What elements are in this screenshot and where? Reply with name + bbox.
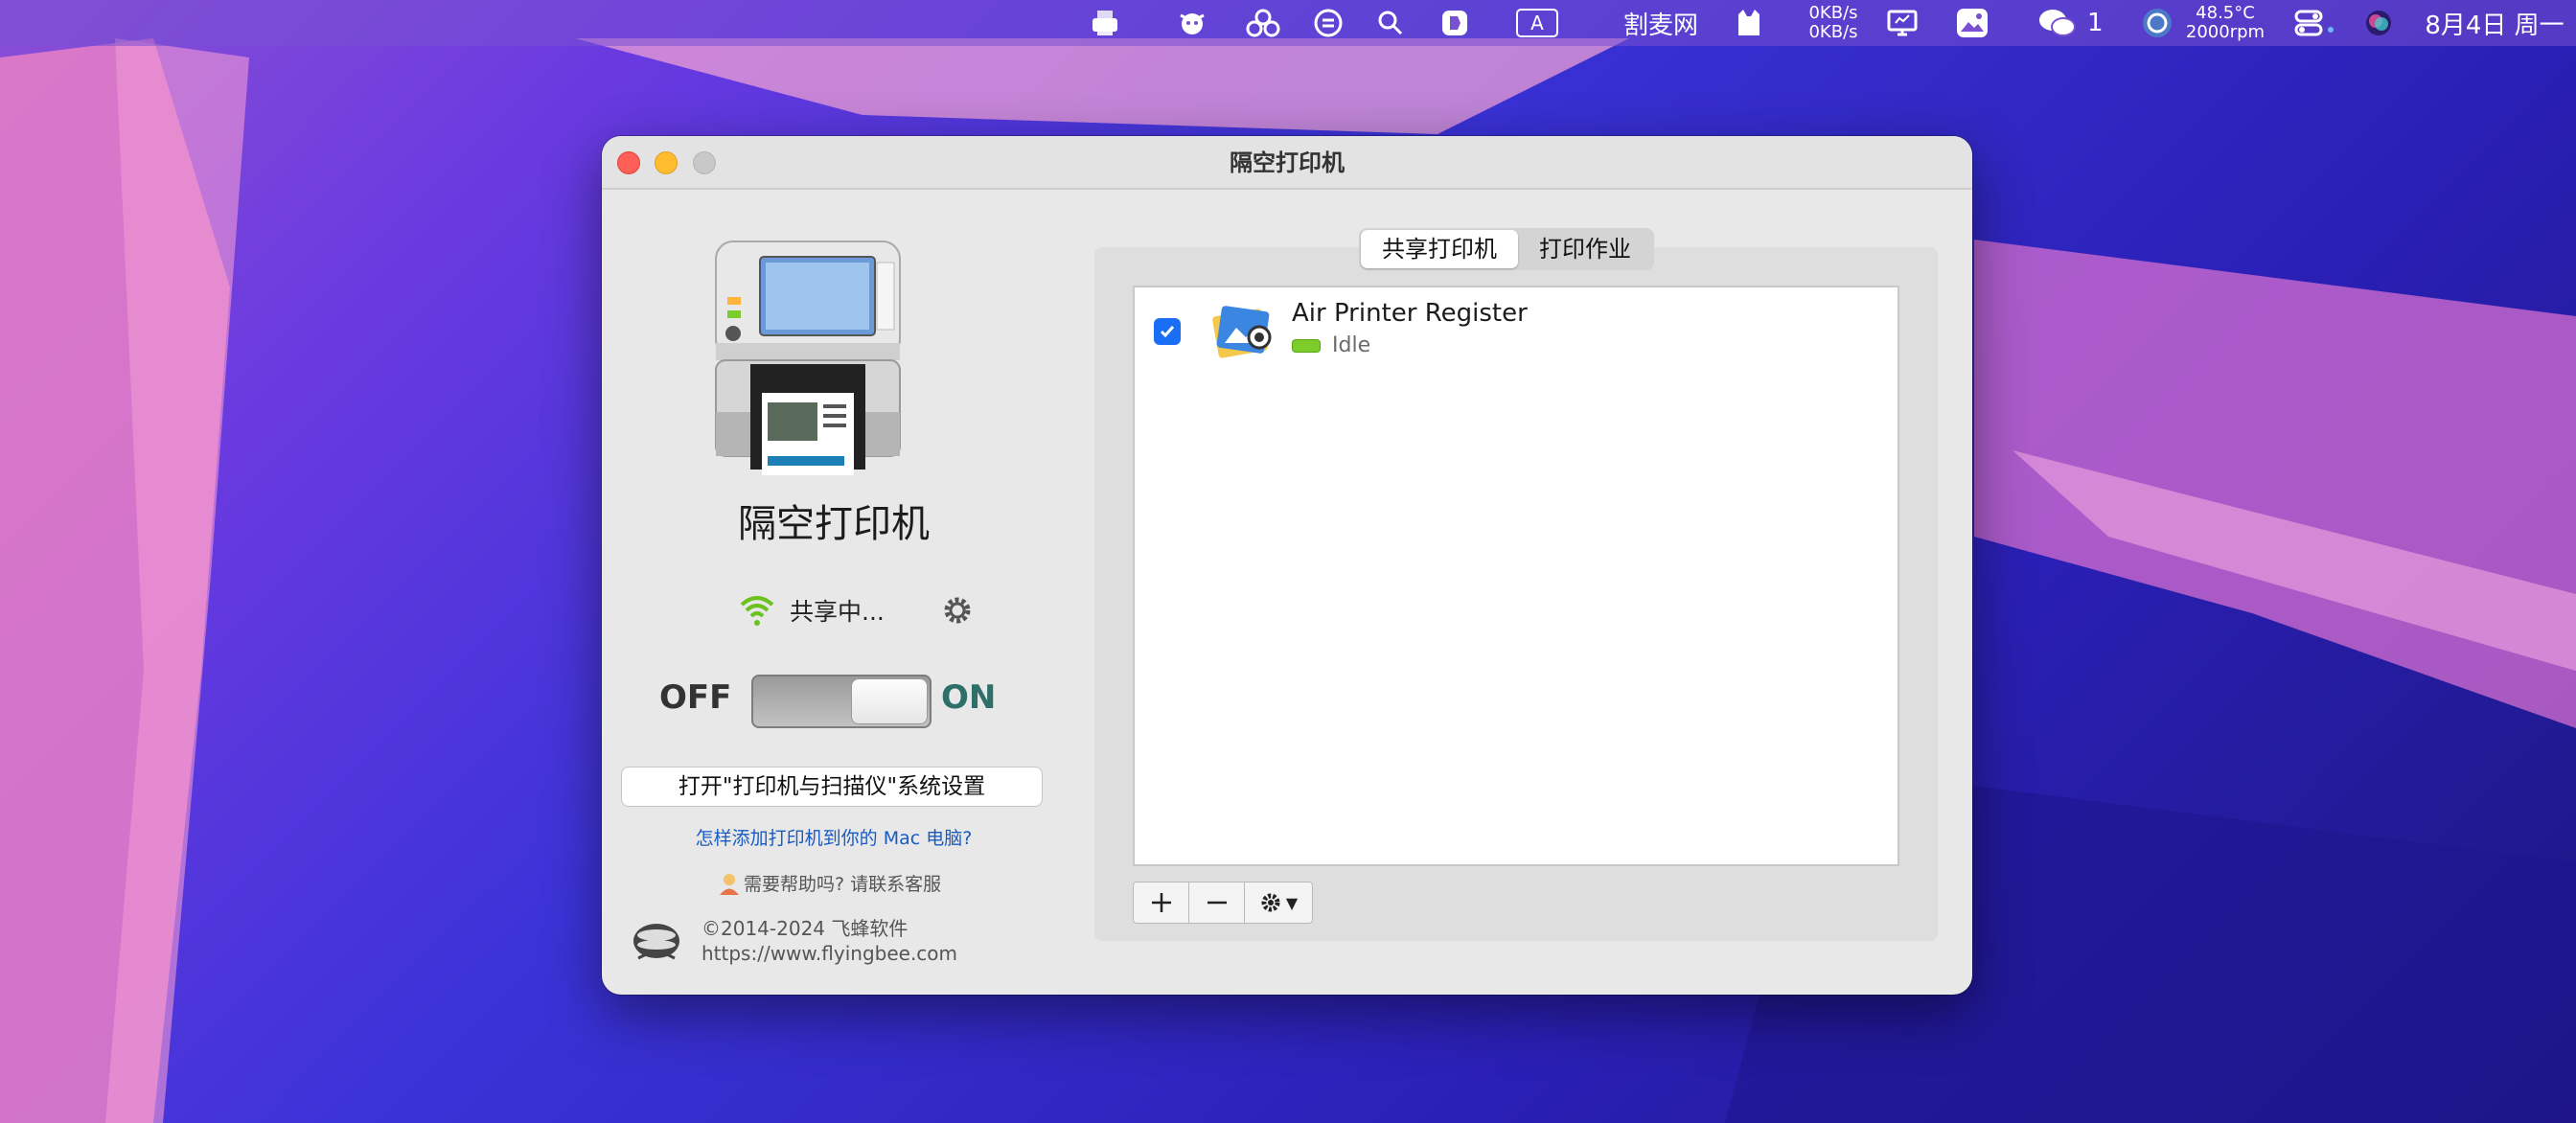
input-method-icon[interactable]: A (1516, 0, 1558, 46)
on-label: ON (941, 678, 997, 717)
wifi-icon (740, 596, 774, 626)
action-menu-button[interactable]: ▼ (1245, 882, 1312, 923)
tab-shared-printers[interactable]: 共享打印机 (1361, 230, 1518, 268)
sharing-status-text: 共享中... (790, 598, 885, 626)
temperature-reading: 48.5°C (2196, 3, 2255, 23)
help-text: 需要帮助吗? 请联系客服 (744, 874, 942, 895)
add-printer-button[interactable] (1134, 882, 1189, 923)
wechat-icon[interactable] (2037, 0, 2078, 46)
tab-bar: 共享打印机 打印作业 (1359, 228, 1654, 270)
cat-icon[interactable] (1733, 0, 1765, 46)
window-title: 隔空打印机 (1230, 149, 1345, 176)
menubar-app-name[interactable]: 割麦网 (1623, 0, 1698, 46)
printer-enabled-checkbox[interactable] (1154, 318, 1181, 345)
wechat-count: 1 (2087, 9, 2104, 37)
chevron-down-icon: ▼ (1285, 893, 1299, 912)
bee-logo-icon (625, 910, 688, 968)
menubar-clock[interactable]: 8月4日 周一 (2423, 0, 2566, 46)
how-to-add-printer-link[interactable]: 怎样添加打印机到你的 Mac 电脑? (602, 824, 1066, 850)
search-icon[interactable] (1376, 0, 1405, 46)
menu-bar: A 割麦网 0KB/s 0KB/s 1 48.5°C 2000rpm 8月4日 … (0, 0, 2576, 46)
net-down-speed: 0KB/s (1808, 22, 1858, 42)
copyright-block: ©2014-2024 飞蜂软件 https://www.flyingbee.co… (702, 916, 957, 966)
remove-printer-button[interactable] (1189, 882, 1245, 923)
connection-icon[interactable] (1244, 0, 1282, 46)
app-name-heading: 隔空打印机 (738, 502, 930, 546)
printer-status-text: Idle (1332, 333, 1371, 357)
cow-icon[interactable] (1177, 0, 1208, 46)
printer-list: Air Printer Register Idle (1133, 286, 1899, 866)
help-contact-row[interactable]: 需要帮助吗? 请联系客服 (717, 870, 941, 896)
minus-icon (1207, 901, 1227, 905)
open-printer-settings-button[interactable]: 打开"打印机与扫描仪"系统设置 (621, 767, 1043, 807)
copyright-text: ©2014-2024 飞蜂软件 (702, 917, 908, 940)
settings-gear-button[interactable] (939, 592, 976, 629)
toggle-knob[interactable] (851, 678, 928, 724)
sharing-toggle[interactable] (751, 675, 932, 728)
title-bar: 隔空打印机 (602, 136, 1972, 190)
system-stats: 48.5°C 2000rpm (2181, 0, 2269, 46)
app-window: 隔空打印机 隔空打印机 共享中... OFF ON 打开"打印机与扫描仪"系统设… (602, 136, 1972, 995)
sharing-status: 共享中... (738, 590, 885, 630)
support-person-icon (720, 873, 739, 895)
tab-print-jobs[interactable]: 打印作业 (1518, 230, 1652, 268)
monitor-icon[interactable] (1886, 0, 1919, 46)
cpu-icon[interactable] (2141, 0, 2174, 46)
gear-icon (944, 597, 971, 624)
printer-name: Air Printer Register (1292, 299, 1528, 328)
off-label: OFF (659, 678, 732, 717)
plus-icon (1151, 893, 1171, 912)
switch-icon[interactable] (1313, 0, 1344, 46)
status-indicator-icon (1292, 338, 1321, 353)
fan-speed-reading: 2000rpm (2185, 22, 2266, 42)
printer-icon[interactable] (1089, 0, 1121, 46)
printer-status: Idle (1292, 333, 1370, 357)
gear-icon (1261, 893, 1280, 912)
checkmark-icon (1160, 326, 1175, 338)
photo-icon[interactable] (1955, 0, 1990, 46)
siri-icon[interactable] (2363, 0, 2394, 46)
list-toolbar: ▼ (1133, 882, 1313, 924)
printer-illustration-icon (712, 240, 904, 479)
control-center-icon[interactable] (2294, 0, 2334, 46)
bookmark-icon[interactable] (1439, 0, 1470, 46)
network-speed: 0KB/s 0KB/s (1806, 0, 1861, 46)
website-link[interactable]: https://www.flyingbee.com (702, 941, 957, 966)
net-up-speed: 0KB/s (1808, 3, 1858, 23)
printer-photo-icon (1209, 299, 1276, 366)
